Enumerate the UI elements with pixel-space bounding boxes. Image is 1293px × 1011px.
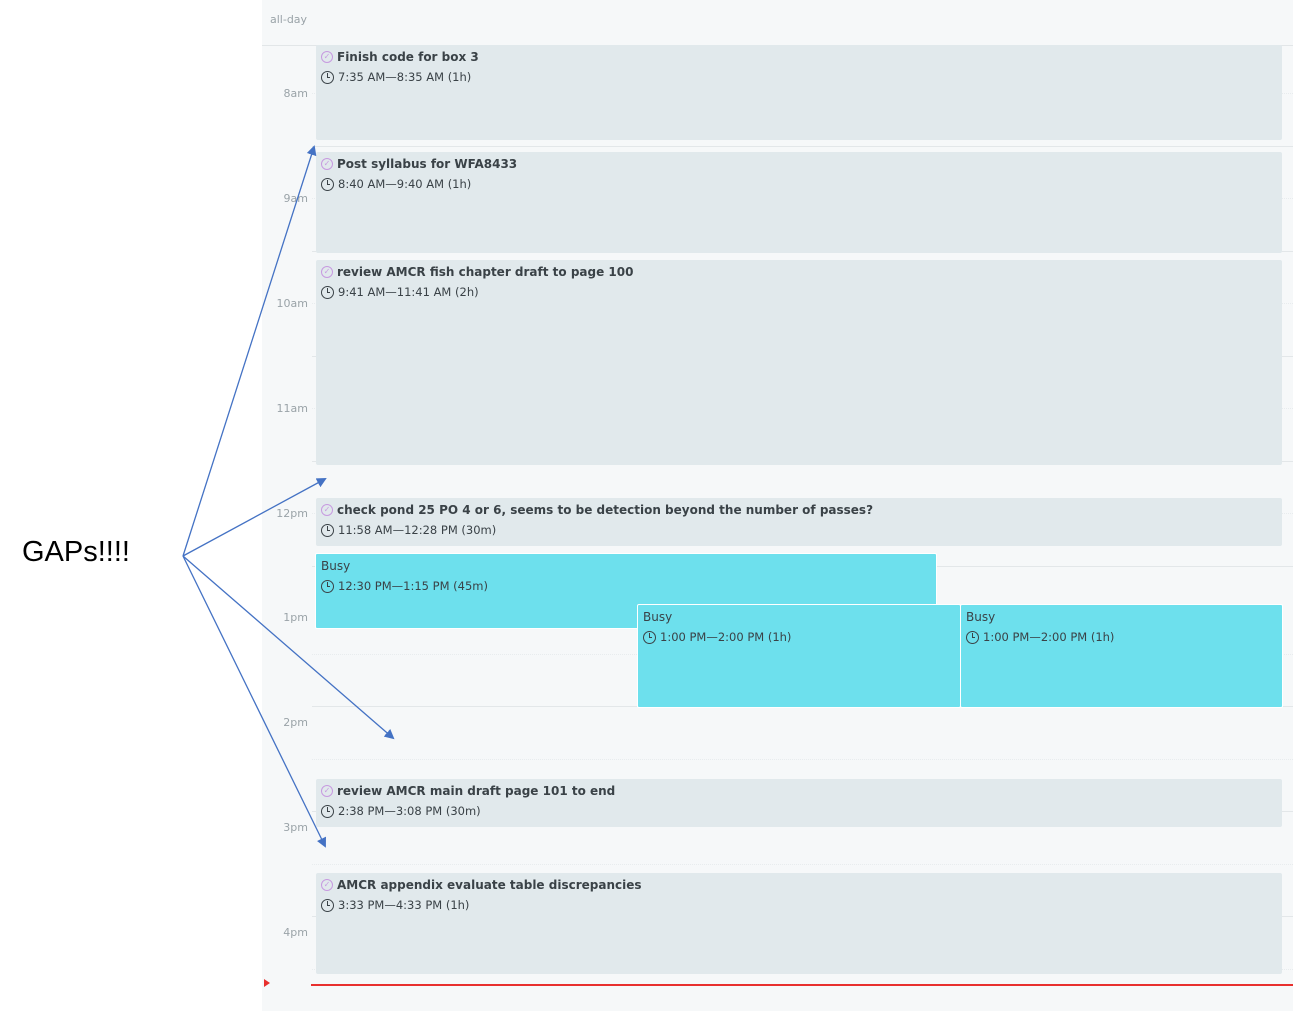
arrow-line — [182, 145, 317, 557]
arrow-line — [182, 555, 395, 740]
annotation-arrows — [182, 145, 395, 848]
arrow-line — [182, 555, 326, 848]
